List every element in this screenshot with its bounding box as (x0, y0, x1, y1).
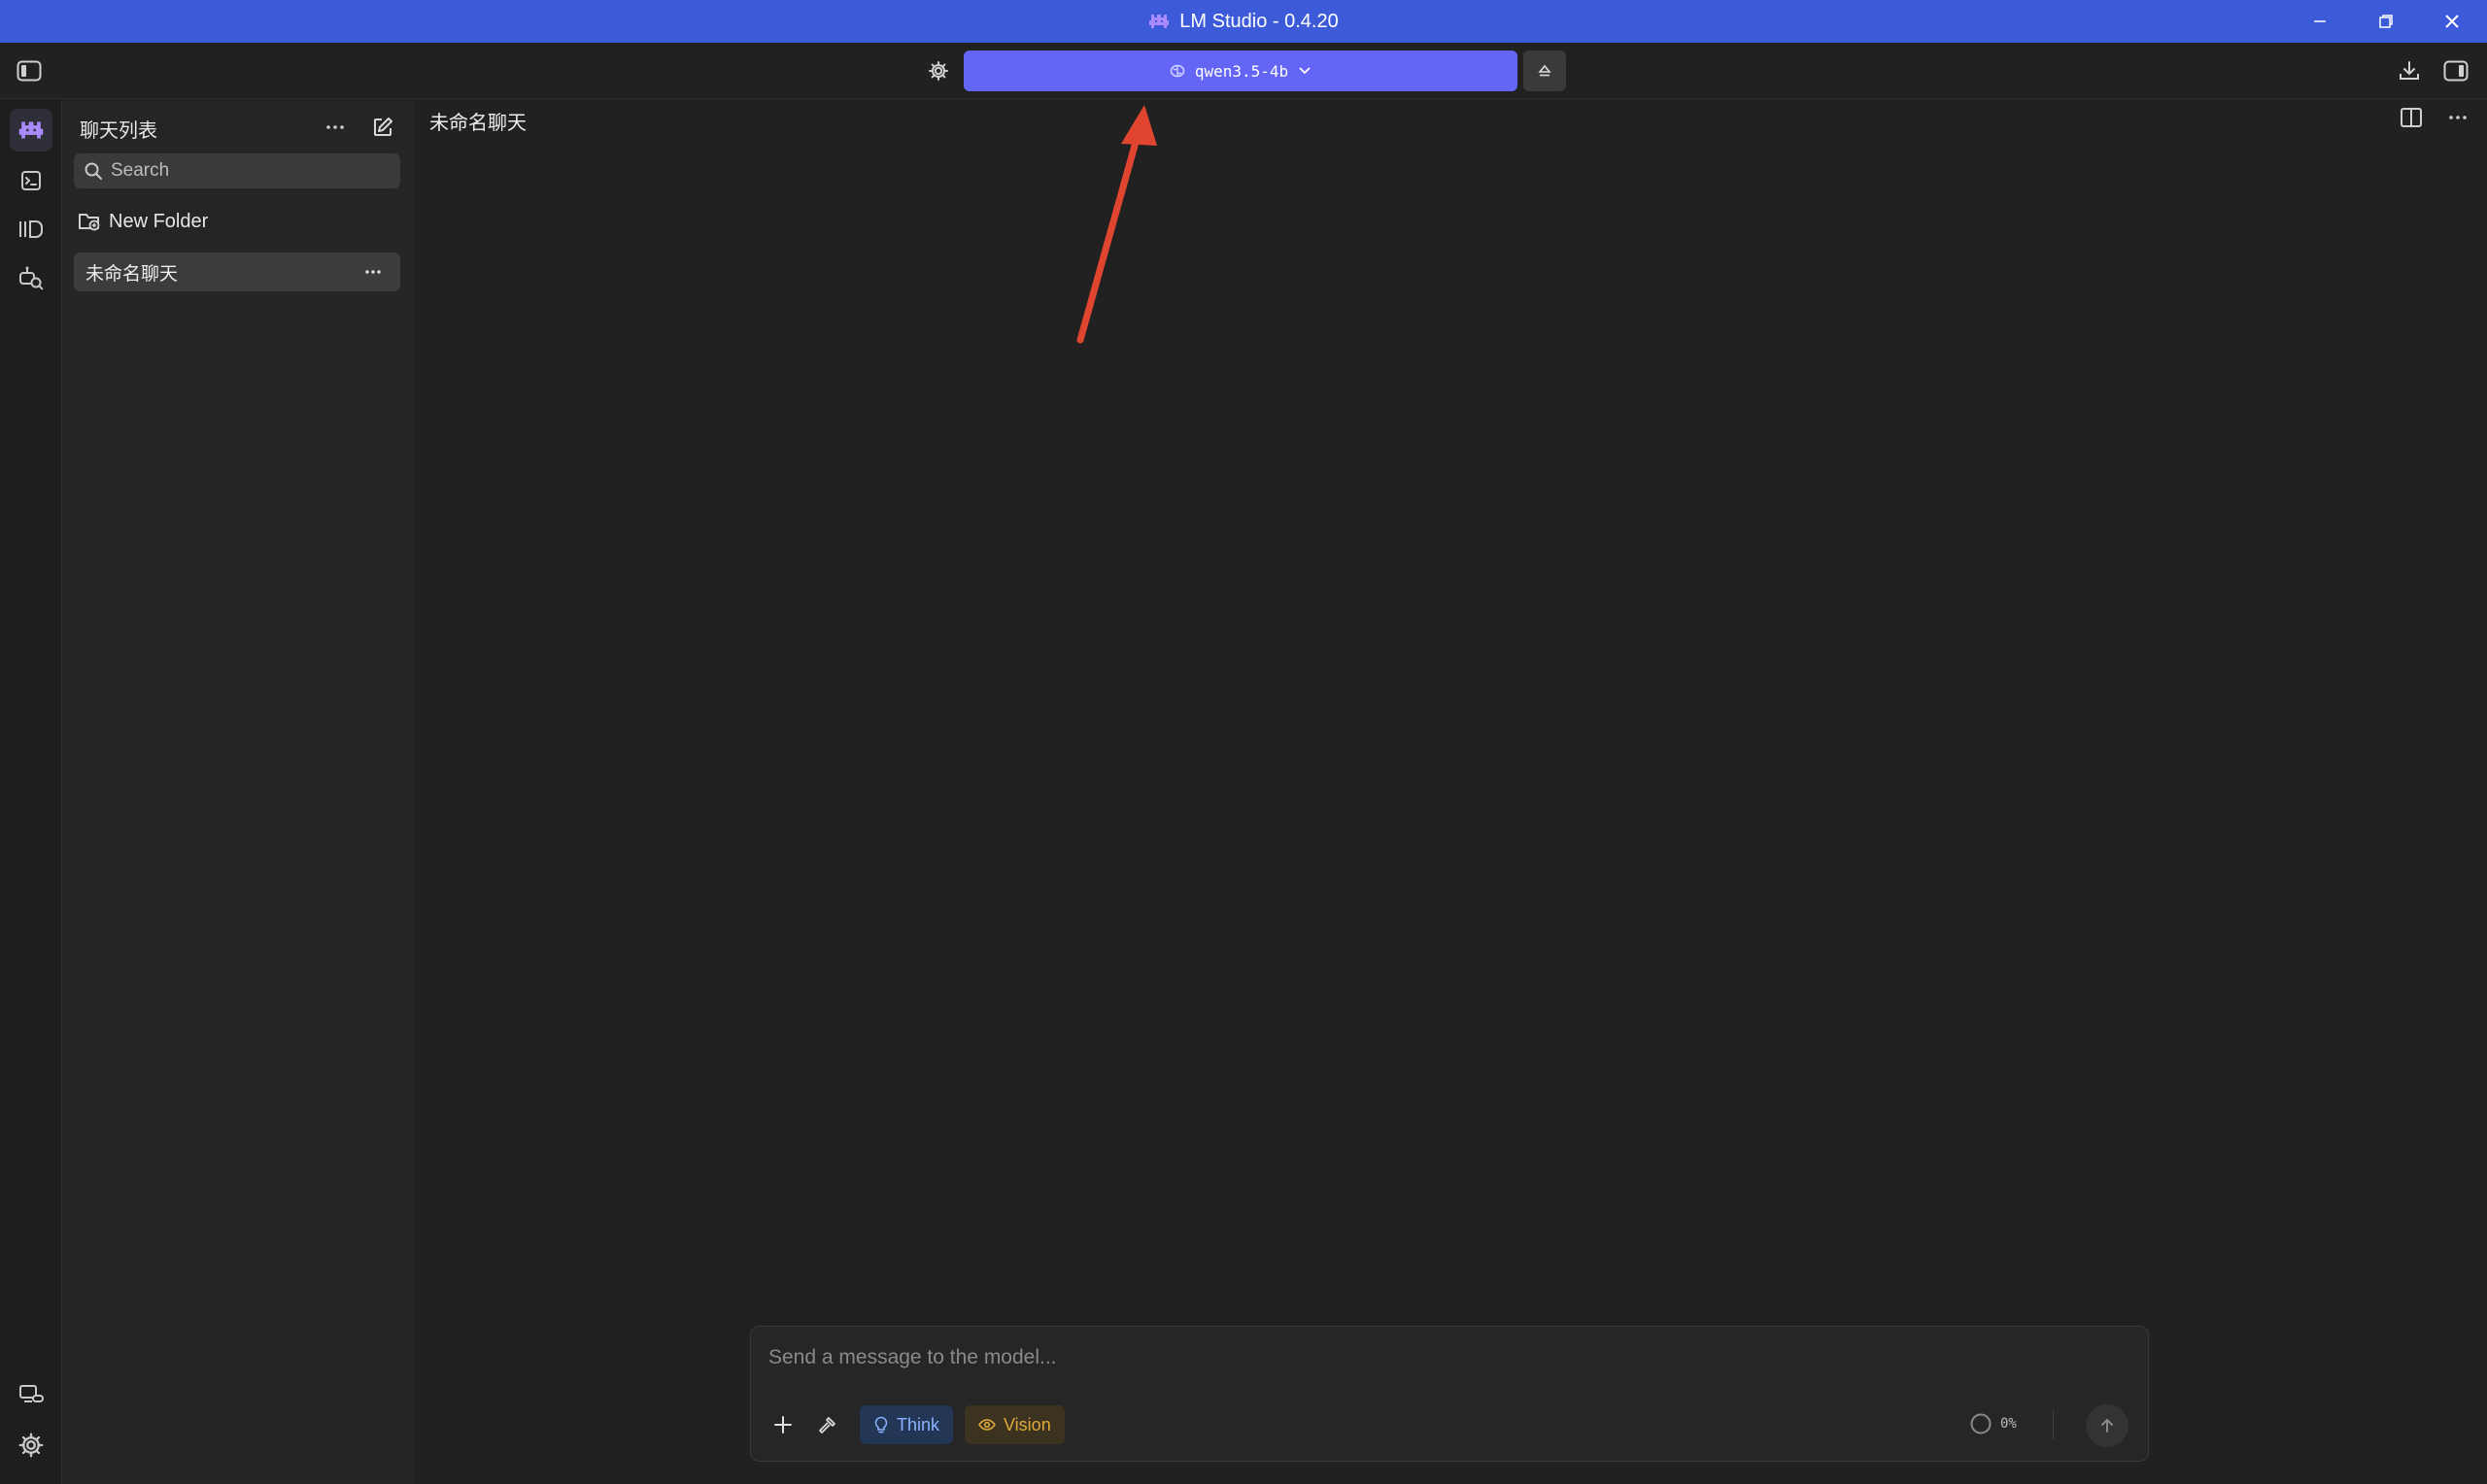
rail-discover-button[interactable] (10, 256, 52, 299)
split-view-icon (2400, 107, 2423, 128)
brain-icon (1170, 64, 1185, 78)
minimize-button[interactable] (2289, 0, 2351, 43)
chat-more-button[interactable] (2442, 103, 2473, 132)
sidebar-title: 聊天列表 (80, 120, 157, 142)
eject-model-button[interactable] (1523, 51, 1566, 91)
split-view-button[interactable] (2396, 103, 2427, 132)
hammer-icon (817, 1414, 838, 1435)
rail-server-button[interactable] (10, 1373, 52, 1416)
toggle-sidebar-button[interactable] (12, 56, 47, 85)
chat-list-sidebar (62, 99, 414, 1484)
downloads-icon[interactable] (2392, 56, 2427, 85)
chat-list-item[interactable]: 未命名聊天 (74, 253, 400, 291)
rail-settings-button[interactable] (10, 1424, 52, 1467)
toggle-right-panel-button[interactable] (2438, 56, 2473, 85)
discover-search-icon (17, 264, 45, 291)
restore-button[interactable] (2355, 0, 2417, 43)
rail-chat-button[interactable] (10, 109, 52, 152)
arrow-up-icon (2097, 1416, 2117, 1435)
annotation-arrow (1076, 105, 1157, 344)
title-bar-content: LM Studio - 0.4.20 (0, 0, 2487, 43)
think-label: Think (897, 1414, 940, 1434)
search-icon (84, 161, 103, 181)
edit-icon (372, 117, 393, 138)
model-name: qwen3.5-4b (1194, 61, 1289, 81)
chat-item-more-button[interactable] (359, 260, 387, 284)
chat-search-box[interactable] (74, 153, 400, 188)
folder-plus-icon (78, 211, 101, 232)
model-selector-button[interactable]: qwen3.5-4b (964, 51, 1517, 91)
chevron-down-icon (1298, 66, 1312, 76)
attach-button[interactable] (767, 1408, 800, 1441)
nav-rail (0, 99, 62, 1484)
model-settings-gear-icon[interactable] (923, 56, 954, 85)
new-folder-button[interactable]: New Folder (78, 206, 208, 237)
chat-robot-icon (17, 119, 45, 141)
sidebar-more-button[interactable] (321, 113, 350, 142)
message-input[interactable] (768, 1346, 2109, 1369)
window-title: LM Studio - 0.4.20 (1179, 10, 1339, 32)
chat-title: 未命名聊天 (429, 113, 527, 134)
divider (2053, 1410, 2054, 1439)
tools-button[interactable] (811, 1408, 844, 1441)
think-toggle[interactable]: Think (860, 1405, 954, 1444)
new-chat-button[interactable] (367, 113, 398, 142)
send-button[interactable] (2086, 1404, 2129, 1447)
search-input[interactable] (111, 160, 383, 182)
library-icon (17, 219, 45, 240)
lightbulb-icon (873, 1416, 889, 1433)
vision-toggle[interactable]: Vision (965, 1405, 1065, 1444)
eye-icon (978, 1418, 996, 1432)
terminal-icon (19, 169, 43, 192)
settings-gear-icon (18, 1433, 44, 1458)
context-ring-icon (1969, 1412, 1993, 1435)
close-button[interactable] (2421, 0, 2483, 43)
vision-label: Vision (1004, 1414, 1051, 1434)
context-usage-value: 0% (2000, 1416, 2017, 1432)
rail-developer-button[interactable] (10, 159, 52, 202)
lmstudio-logo-icon (1148, 13, 1170, 30)
new-folder-label: New Folder (109, 210, 209, 232)
chat-item-label: 未命名聊天 (85, 263, 179, 285)
server-link-icon (17, 1383, 45, 1406)
context-usage: 0% (1969, 1412, 2017, 1435)
rail-models-button[interactable] (10, 208, 52, 251)
message-composer: Think Vision 0% (750, 1326, 2149, 1462)
